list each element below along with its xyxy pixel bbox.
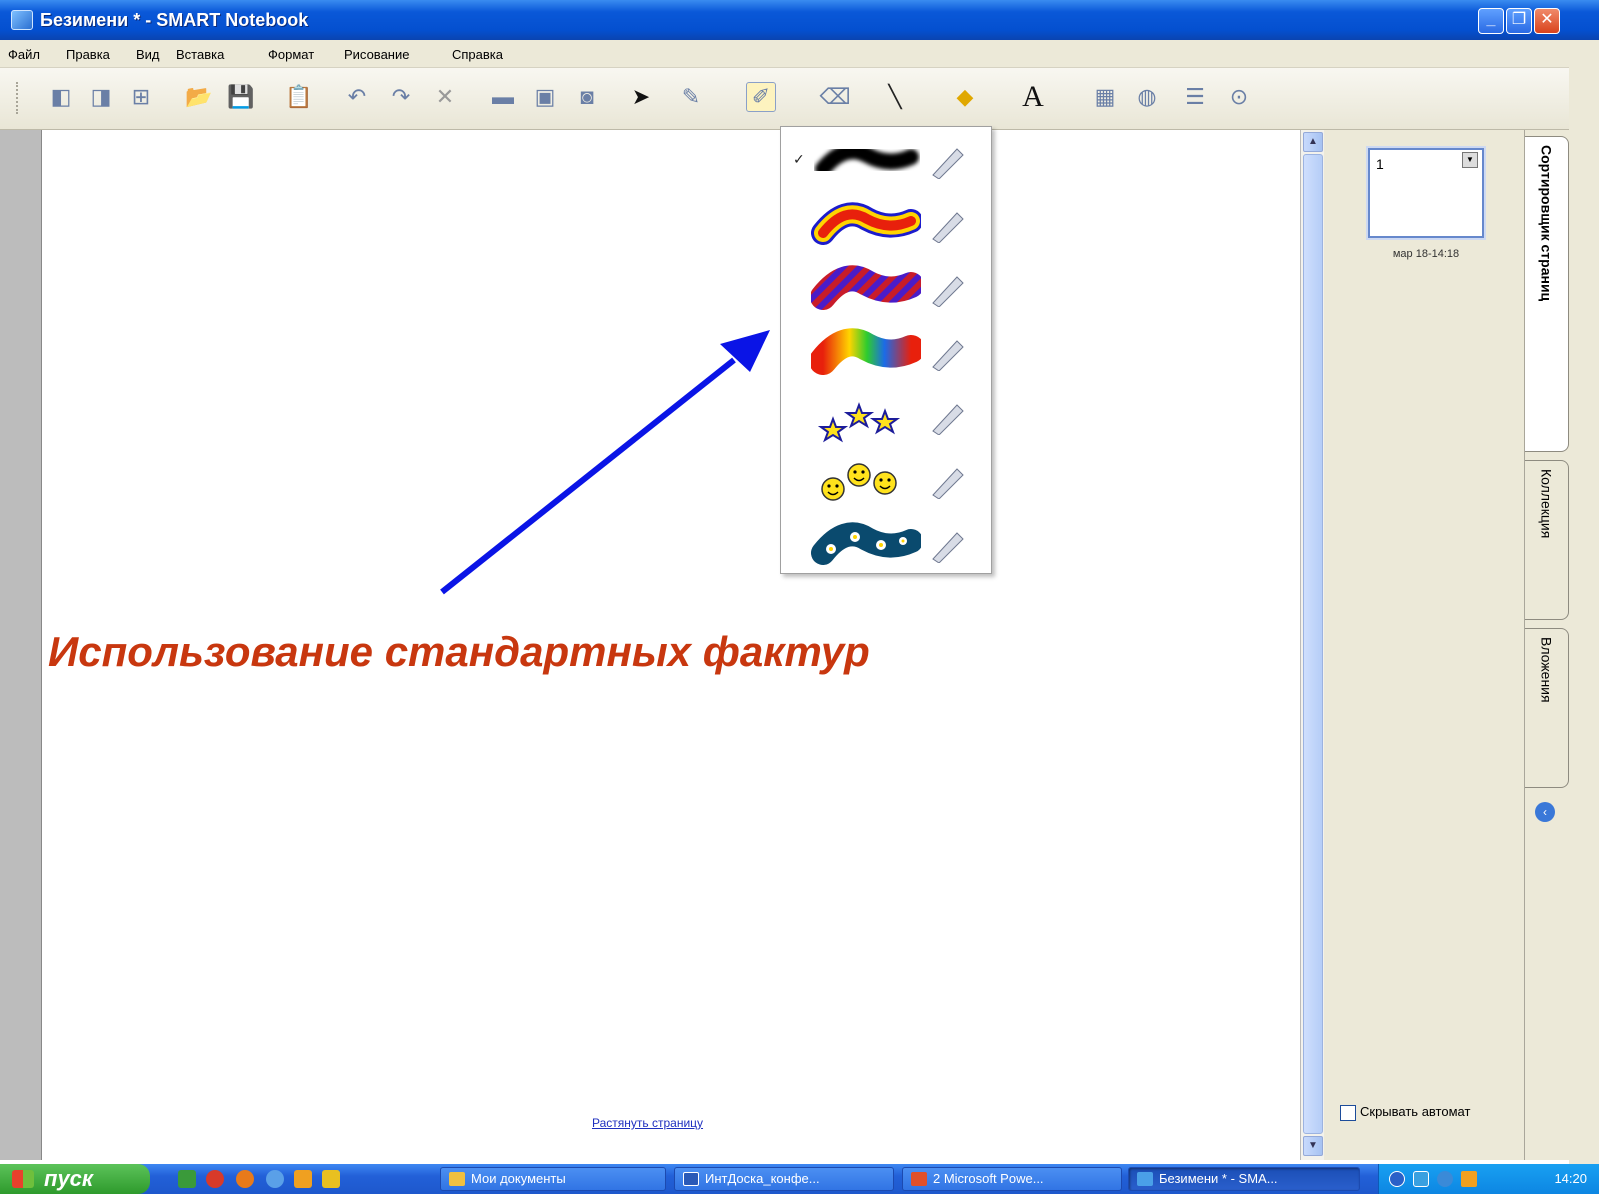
creative-pen-popup: ✓ [780,126,992,574]
quicklaunch-icon[interactable] [178,1170,196,1188]
tab-attachments[interactable]: Вложения [1525,628,1569,788]
striped-stroke-icon [811,265,921,310]
pen-icon [932,340,964,371]
page-number: 1 [1376,156,1384,172]
page-menu-dropdown[interactable]: ▼ [1462,152,1478,168]
smart-notebook-icon [1137,1172,1153,1186]
folder-icon [449,1172,465,1186]
collapse-panel-icon[interactable]: ‹ [1535,802,1555,822]
quicklaunch-icon[interactable] [266,1170,284,1188]
task-my-documents[interactable]: Мои документы [440,1167,666,1191]
autohide-label: Скрывать автомат [1360,1104,1471,1119]
tray-icon[interactable] [1437,1171,1453,1187]
pen-icon [932,276,964,307]
word-icon [683,1172,699,1186]
pen-style-item[interactable] [781,259,991,319]
flowers-stroke-icon [811,522,921,565]
stretch-page-link[interactable]: Растянуть страницу [592,1116,703,1130]
scroll-up-button[interactable]: ▲ [1303,132,1323,152]
pen-icon [932,212,964,243]
tab-attachments-label: Вложения [1538,637,1555,703]
tray-icon[interactable] [1461,1171,1477,1187]
stars-stroke-icon [817,402,901,443]
pen-style-item[interactable] [781,323,991,383]
page-sorter-panel [1324,130,1524,1160]
scroll-thumb[interactable] [1303,154,1323,1134]
tab-page-sorter[interactable]: Сортировщик страниц [1525,136,1569,452]
powerpoint-icon [911,1172,927,1186]
selected-checkmark: ✓ [793,151,805,167]
tab-gallery[interactable]: Коллекция [1525,460,1569,620]
system-tray: 14:20 [1378,1164,1599,1194]
task-label: Безимени * - SMA... [1159,1171,1278,1186]
pen-icon [932,148,964,179]
canvas-caption[interactable]: Использование стандартных фактур [48,628,870,676]
tab-gallery-label: Коллекция [1538,469,1555,539]
clock[interactable]: 14:20 [1554,1171,1587,1186]
rainbow-outline-stroke-icon [811,202,921,245]
task-label: Мои документы [471,1171,566,1186]
tray-icon[interactable] [1413,1171,1429,1187]
autohide-option[interactable]: Скрывать автомат [1340,1104,1470,1121]
pen-style-item[interactable] [781,451,991,511]
window-right-edge [1569,40,1599,1164]
pen-style-item[interactable] [781,515,991,575]
page-thumbnail[interactable]: 1 ▼ [1368,148,1484,238]
quicklaunch-icon[interactable] [322,1170,340,1188]
pen-icon [932,532,964,563]
black-brush-stroke-icon [815,143,919,177]
pen-style-item[interactable] [781,195,991,255]
task-word-document[interactable]: ИнтДоска_конфе... [674,1167,894,1191]
pen-icon [932,404,964,435]
rainbow-gradient-stroke-icon [811,328,921,375]
task-powerpoint[interactable]: 2 Microsoft Powe... [902,1167,1122,1191]
page-date: мар 18-14:18 [1392,248,1460,260]
taskbar: пуск Мои документы ИнтДоска_конфе... 2 M… [0,1164,1599,1194]
start-button[interactable]: пуск [0,1164,150,1194]
pen-style-item[interactable] [781,387,991,447]
start-label: пуск [44,1166,94,1191]
autohide-checkbox[interactable] [1340,1104,1356,1121]
task-label: ИнтДоска_конфе... [705,1171,820,1186]
task-label: 2 Microsoft Powe... [933,1171,1044,1186]
tab-page-sorter-label: Сортировщик страниц [1538,145,1555,302]
quicklaunch-icon[interactable] [294,1170,312,1188]
smileys-stroke-icon [821,463,897,501]
task-smart-notebook[interactable]: Безимени * - SMA... [1128,1167,1360,1191]
vertical-scrollbar[interactable]: ▲ ▼ [1300,130,1324,1160]
side-tabs: Сортировщик страниц Коллекция Вложения ‹ [1524,130,1569,1160]
windows-flag-icon [12,1170,34,1188]
tray-icon[interactable] [1389,1171,1405,1187]
quicklaunch-icon[interactable] [236,1170,254,1188]
pen-icon [932,468,964,499]
scroll-down-button[interactable]: ▼ [1303,1136,1323,1156]
pen-style-item[interactable]: ✓ [781,131,991,191]
quicklaunch-icon[interactable] [206,1170,224,1188]
